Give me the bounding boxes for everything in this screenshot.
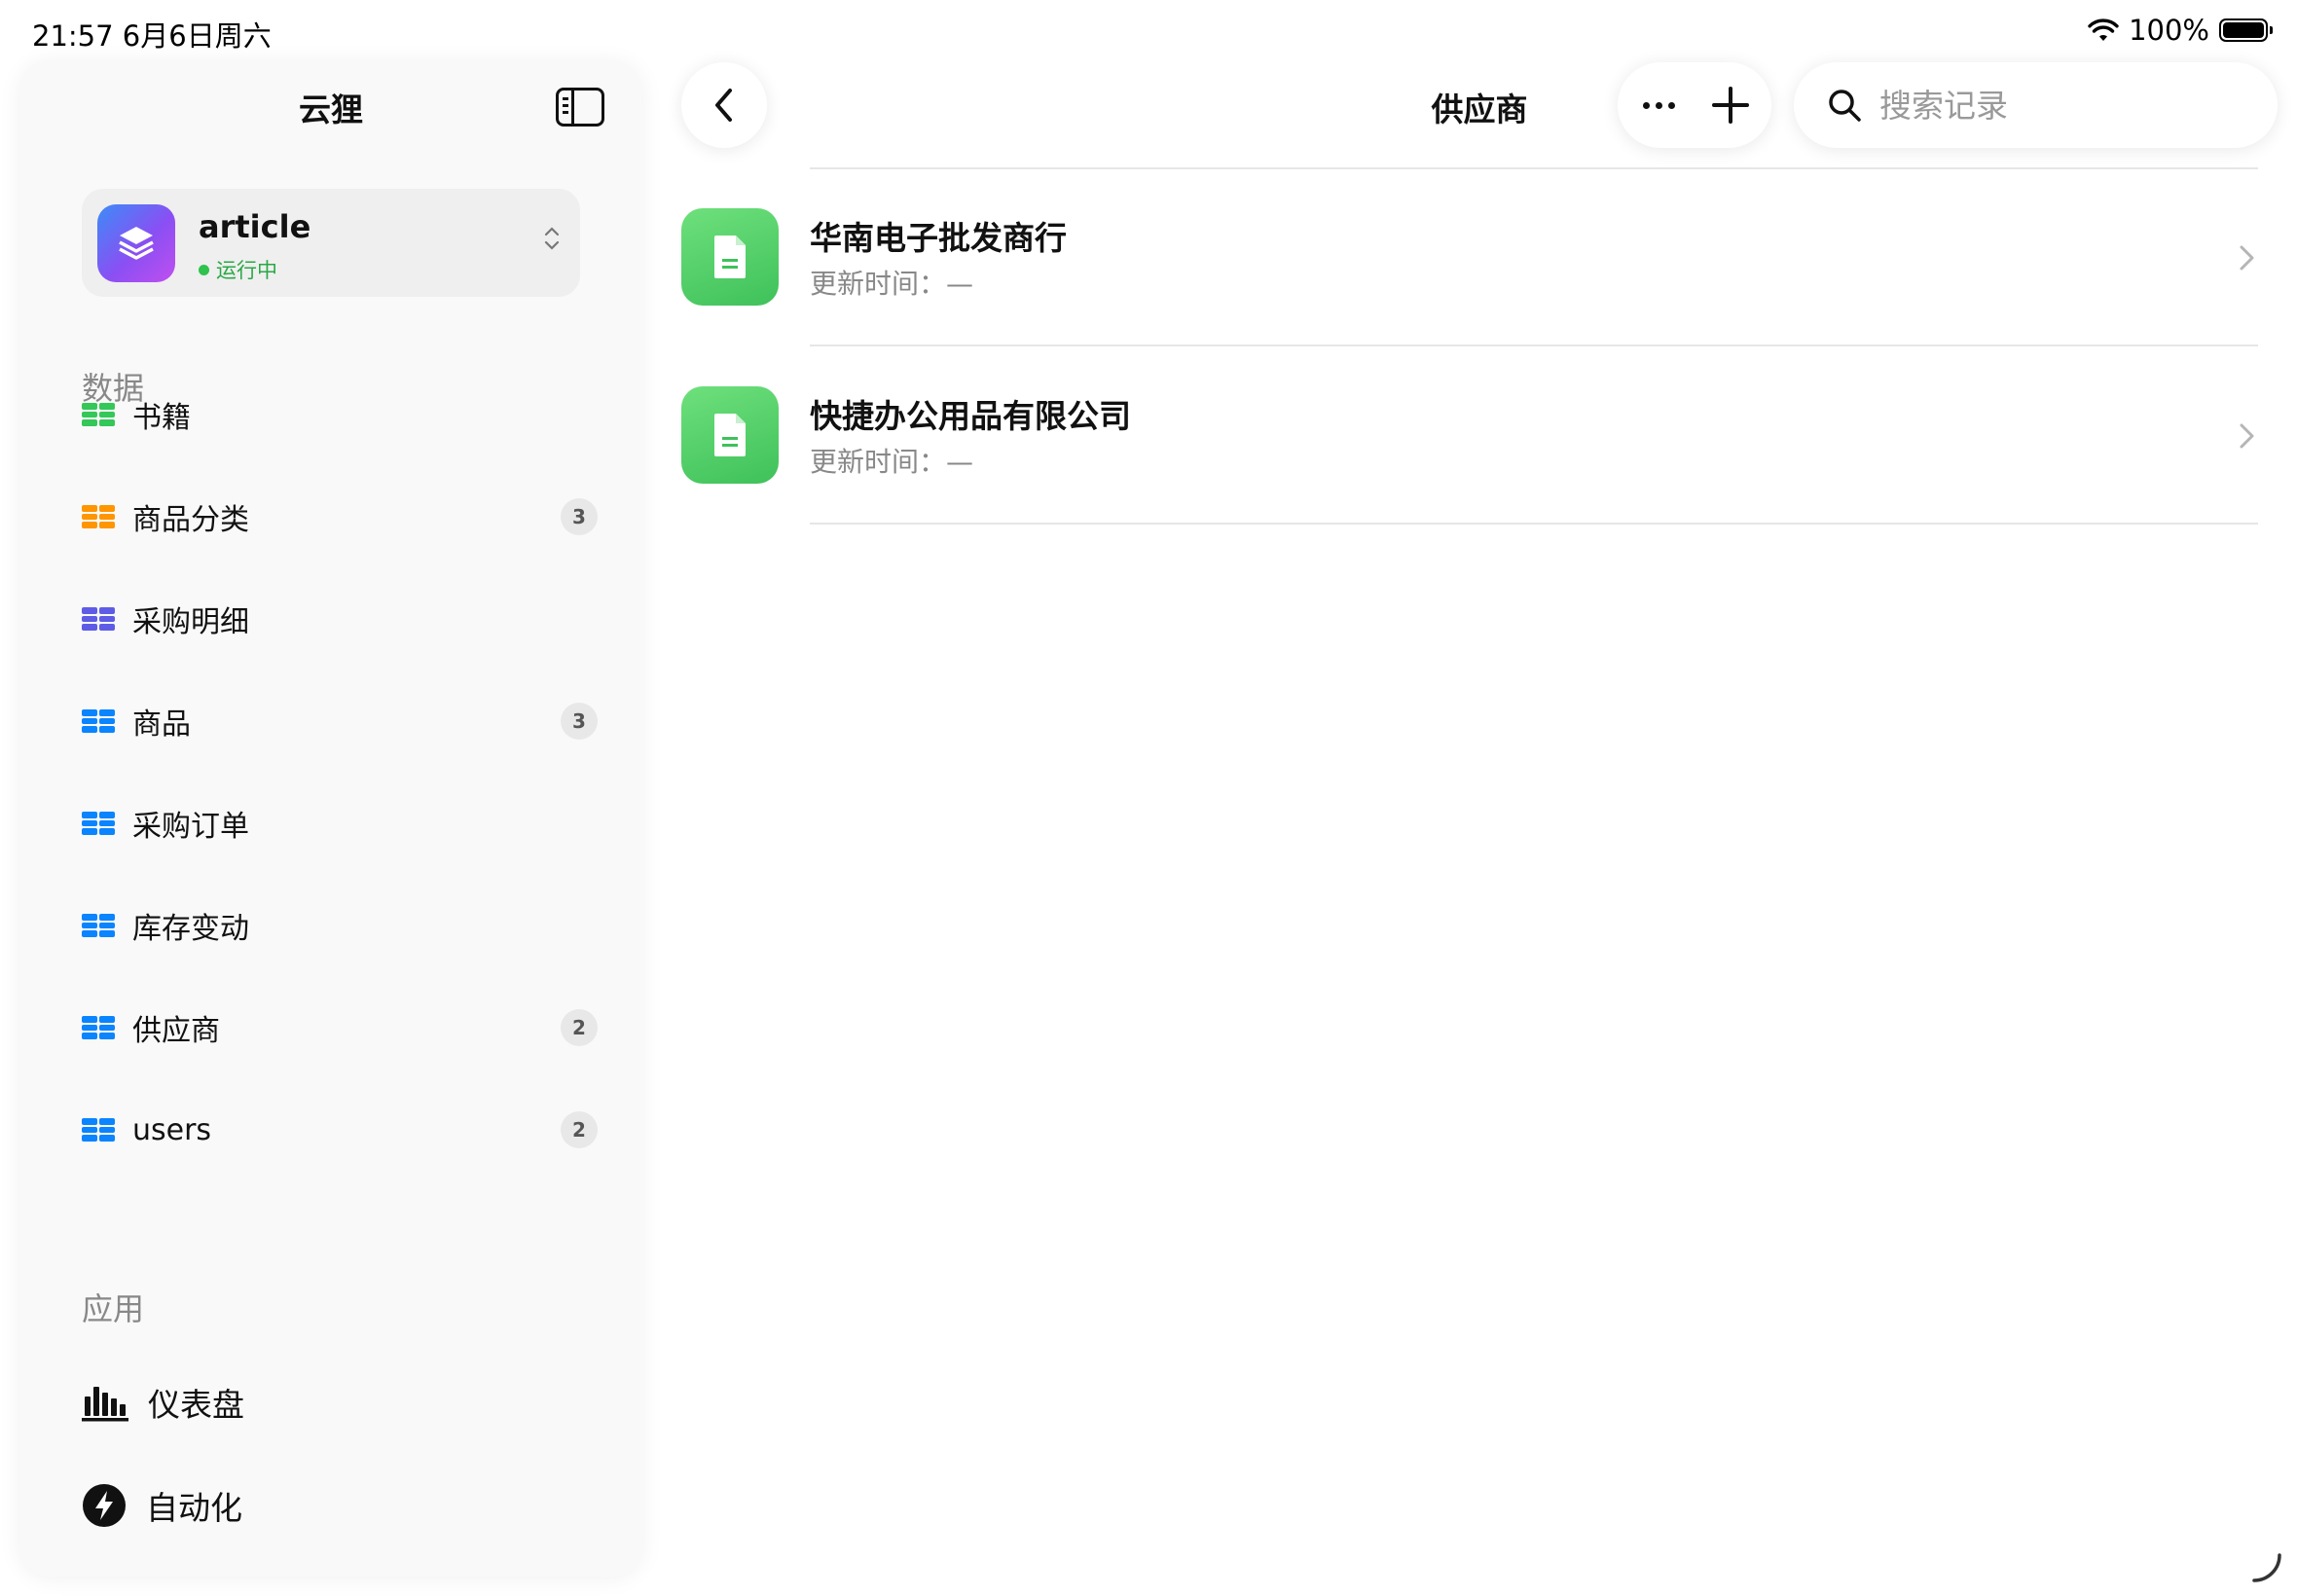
table-icon [82,607,115,631]
chevron-right-icon [2240,245,2254,271]
status-dot-icon [199,264,209,275]
record-title: 快捷办公用品有限公司 [810,397,1131,435]
sidebar-item-label: 商品 [132,707,191,742]
search-input[interactable] [1879,76,2249,134]
sidebar-item-label: 自动化 [146,1489,242,1527]
layers-icon [97,204,175,282]
sidebar-item-label: 采购订单 [132,810,249,844]
status-bar: 21:57 6月6日周六 100% [0,0,2297,60]
status-time: 21:57 6月6日周六 [32,19,272,53]
count-badge: 2 [561,1009,598,1046]
table-icon [82,505,115,528]
table-icon [82,914,115,937]
action-pill [1618,62,1771,148]
sidebar-item-label: 库存变动 [132,912,249,946]
chevron-right-icon [2240,423,2254,449]
add-record-button[interactable] [1709,84,1752,127]
more-icon[interactable] [1635,82,1682,128]
list-divider [810,523,2258,525]
sidebar-item-label: 商品分类 [132,503,249,537]
count-badge: 3 [561,498,598,535]
chevron-left-icon [715,89,732,122]
record-row[interactable]: 快捷办公用品有限公司更新时间：— [681,347,2258,523]
sidebar-title: 云狸 [299,91,363,128]
count-badge: 3 [561,703,598,740]
table-icon [82,403,115,426]
resize-handle-icon[interactable] [2250,1551,2283,1584]
sidebar-item-label: 书籍 [132,401,191,435]
sidebar-item-table[interactable]: 商品分类 3 [82,488,598,546]
sidebar-toggle-icon[interactable] [556,88,604,127]
sidebar-item-table[interactable]: users 2 [82,1101,598,1159]
status-right: 100% [2088,14,2273,47]
sidebar-item-table[interactable]: 库存变动 [82,896,598,955]
table-icon [82,812,115,835]
record-subtitle: 更新时间：— [810,268,974,300]
sidebar-item-table[interactable]: 商品 3 [82,692,598,750]
sidebar-item-label: users [132,1112,212,1147]
battery-icon [2219,18,2273,42]
search-icon [1829,90,1861,122]
section-label-apps: 应用 [82,1290,145,1327]
sidebar-item-table[interactable]: 供应商 2 [82,998,598,1057]
back-button[interactable] [681,62,767,148]
record-subtitle: 更新时间：— [810,446,974,478]
count-badge: 2 [561,1111,598,1148]
sidebar-item-table[interactable]: 采购明细 [82,590,598,648]
sidebar-item-dashboard[interactable]: 仪表盘 [82,1370,244,1434]
record-title: 华南电子批发商行 [810,219,1067,257]
document-icon [681,386,779,484]
list-divider [810,345,2258,346]
sidebar-item-label: 采购明细 [132,605,249,639]
battery-percent: 100% [2129,14,2209,47]
database-selector[interactable]: article 运行中 [82,189,580,297]
sidebar-item-table[interactable]: 采购订单 [82,794,598,852]
sidebar-item-label: 供应商 [132,1014,220,1048]
bar-chart-icon [82,1387,128,1422]
database-status-label: 运行中 [216,259,277,282]
database-name: article [199,208,311,245]
bolt-icon [83,1484,126,1527]
sidebar: 云狸 article 运行中 数据 书籍 商品分类 3 采购明细 商品 3 采购订单 库存变动… [19,60,642,1577]
document-icon [681,208,779,306]
table-icon [82,709,115,733]
search-box[interactable] [1794,62,2278,148]
sidebar-item-label: 仪表盘 [148,1386,244,1424]
database-status: 运行中 [199,255,277,284]
record-row[interactable]: 华南电子批发商行更新时间：— [681,169,2258,345]
table-icon [82,1118,115,1142]
table-icon [82,1016,115,1039]
sidebar-item-table[interactable]: 书籍 [82,385,598,444]
wifi-icon [2088,18,2119,41]
sidebar-item-automation[interactable]: 自动化 [82,1473,242,1538]
page-title: 供应商 [1431,91,1528,128]
chevron-up-down-icon [544,227,560,250]
